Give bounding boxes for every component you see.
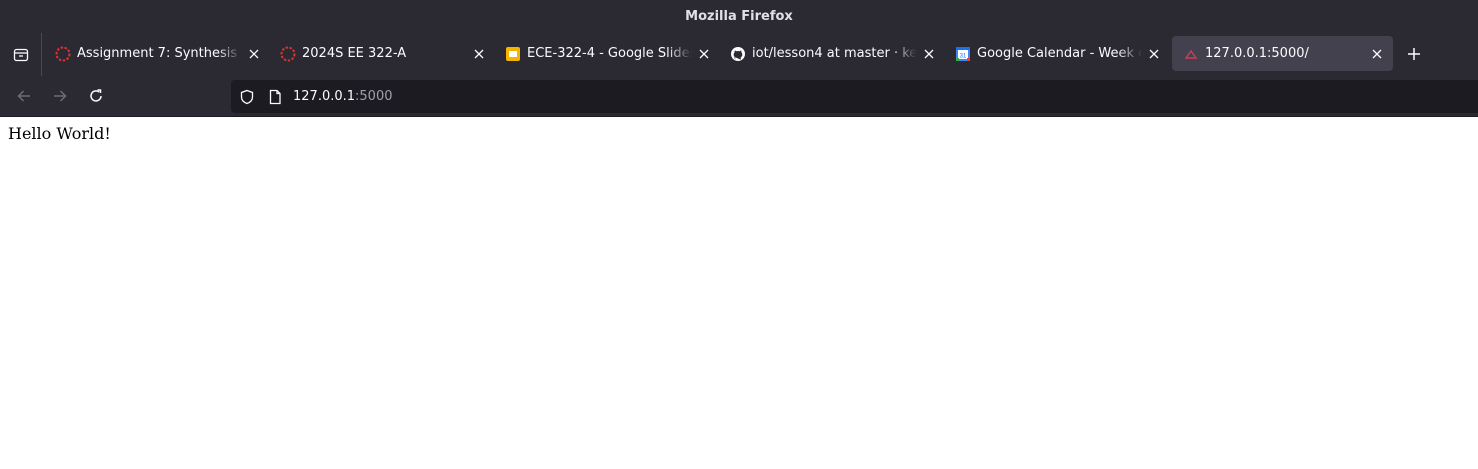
close-icon[interactable] — [242, 42, 266, 66]
tab-google-slides[interactable]: ECE-322-4 - Google Slides — [494, 36, 720, 71]
plus-icon — [1408, 48, 1420, 60]
page-body-text: Hello World! — [8, 124, 111, 143]
tab-ee-322[interactable]: 2024S EE 322-A — [269, 36, 495, 71]
back-arrow-icon — [17, 90, 30, 102]
window-title: Mozilla Firefox — [685, 9, 793, 24]
tab-github-iot[interactable]: iot/lesson4 at master · kevin — [719, 36, 945, 71]
tab-label: Google Calendar - Week of 1 — [977, 46, 1142, 61]
page-info-icon[interactable] — [267, 89, 283, 105]
tab-strip: Assignment 7: Synthesis 2024S EE 322-A E… — [0, 33, 1478, 76]
page-content: Hello World! — [0, 117, 1478, 469]
reload-button[interactable] — [81, 82, 111, 110]
tab-label: 127.0.0.1:5000/ — [1205, 46, 1309, 61]
warning-icon — [1183, 46, 1199, 62]
github-icon — [730, 46, 746, 62]
tab-label: Assignment 7: Synthesis — [77, 46, 238, 61]
tab-assignment-7[interactable]: Assignment 7: Synthesis — [44, 36, 270, 71]
new-tab-button[interactable] — [1400, 40, 1428, 68]
forward-button[interactable] — [45, 82, 75, 110]
url-port: :5000 — [355, 89, 393, 104]
google-calendar-icon: 31 — [955, 46, 971, 62]
tab-google-calendar[interactable]: 31 Google Calendar - Week of 1 — [944, 36, 1170, 71]
url-text[interactable]: 127.0.0.1:5000 — [293, 89, 393, 104]
tracking-protection-shield-icon[interactable] — [239, 89, 255, 105]
close-icon[interactable] — [467, 42, 491, 66]
canvas-icon — [280, 46, 296, 62]
firefox-view-button[interactable] — [0, 33, 42, 76]
tab-localhost[interactable]: 127.0.0.1:5000/ — [1172, 36, 1393, 71]
close-icon[interactable] — [1142, 42, 1166, 66]
firefox-view-icon — [13, 48, 28, 61]
forward-arrow-icon — [54, 90, 67, 102]
tab-label: 2024S EE 322-A — [302, 46, 407, 61]
tab-label: iot/lesson4 at master · kevin — [752, 46, 917, 61]
reload-icon — [90, 89, 102, 102]
google-slides-icon — [505, 46, 521, 62]
close-icon[interactable] — [917, 42, 941, 66]
back-button[interactable] — [9, 82, 39, 110]
window-titlebar: Mozilla Firefox — [0, 0, 1478, 33]
tab-label: ECE-322-4 - Google Slides — [527, 46, 692, 61]
url-bar[interactable]: 127.0.0.1:5000 — [231, 80, 1478, 113]
url-host: 127.0.0.1 — [293, 89, 356, 104]
svg-text:31: 31 — [960, 53, 967, 59]
close-icon[interactable] — [1365, 42, 1389, 66]
navigation-toolbar: 127.0.0.1:5000 — [0, 76, 1478, 117]
close-icon[interactable] — [692, 42, 716, 66]
canvas-icon — [55, 46, 71, 62]
